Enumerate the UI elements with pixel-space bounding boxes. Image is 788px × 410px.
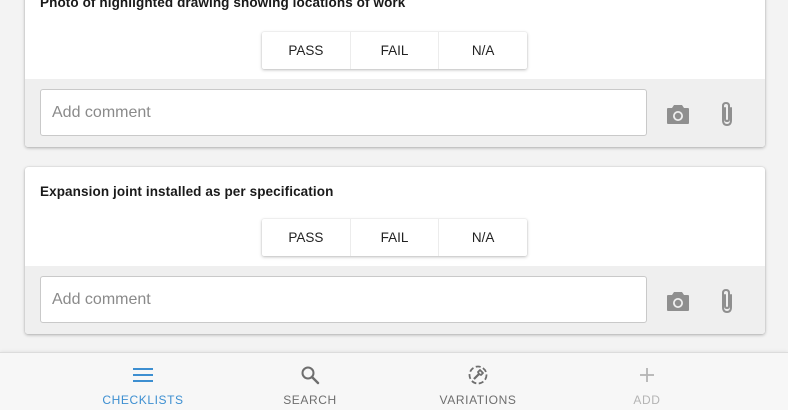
comment-bar xyxy=(25,266,765,334)
pass-button[interactable]: PASS xyxy=(262,219,351,256)
checklist-item-title: Photo of highlighted drawing showing loc… xyxy=(40,0,406,10)
plus-icon xyxy=(638,364,656,386)
na-button[interactable]: N/A xyxy=(439,32,527,69)
nav-search[interactable]: SEARCH xyxy=(250,353,370,410)
nav-add[interactable]: ADD xyxy=(587,353,707,410)
nav-variations[interactable]: VARIATIONS xyxy=(418,353,538,410)
fail-button[interactable]: FAIL xyxy=(351,219,440,256)
paperclip-icon[interactable] xyxy=(714,288,740,314)
bottom-nav: CHECKLISTS SEARCH VARIATIONS ADD xyxy=(0,352,788,410)
variations-icon xyxy=(467,364,489,386)
nav-label: CHECKLISTS xyxy=(102,393,184,407)
camera-icon[interactable] xyxy=(665,288,691,314)
pass-fail-na-selector: PASS FAIL N/A xyxy=(262,32,527,69)
pass-button[interactable]: PASS xyxy=(262,32,351,69)
checklist-screen: Photo of highlighted drawing showing loc… xyxy=(0,0,788,410)
camera-icon[interactable] xyxy=(665,101,691,127)
checklist-item-title: Expansion joint installed as per specifi… xyxy=(40,184,334,199)
paperclip-icon[interactable] xyxy=(714,101,740,127)
nav-label: ADD xyxy=(633,393,661,407)
comment-bar xyxy=(25,79,765,147)
nav-label: VARIATIONS xyxy=(439,393,517,407)
pass-fail-na-selector: PASS FAIL N/A xyxy=(262,219,527,256)
na-button[interactable]: N/A xyxy=(439,219,527,256)
fail-button[interactable]: FAIL xyxy=(351,32,440,69)
comment-input[interactable] xyxy=(40,89,647,136)
comment-input[interactable] xyxy=(40,276,647,323)
search-icon xyxy=(300,364,320,386)
checklist-item-card: Expansion joint installed as per specifi… xyxy=(25,167,765,334)
nav-checklists[interactable]: CHECKLISTS xyxy=(83,353,203,410)
menu-icon xyxy=(133,364,153,386)
nav-label: SEARCH xyxy=(283,393,337,407)
checklist-item-card: Photo of highlighted drawing showing loc… xyxy=(25,0,765,147)
